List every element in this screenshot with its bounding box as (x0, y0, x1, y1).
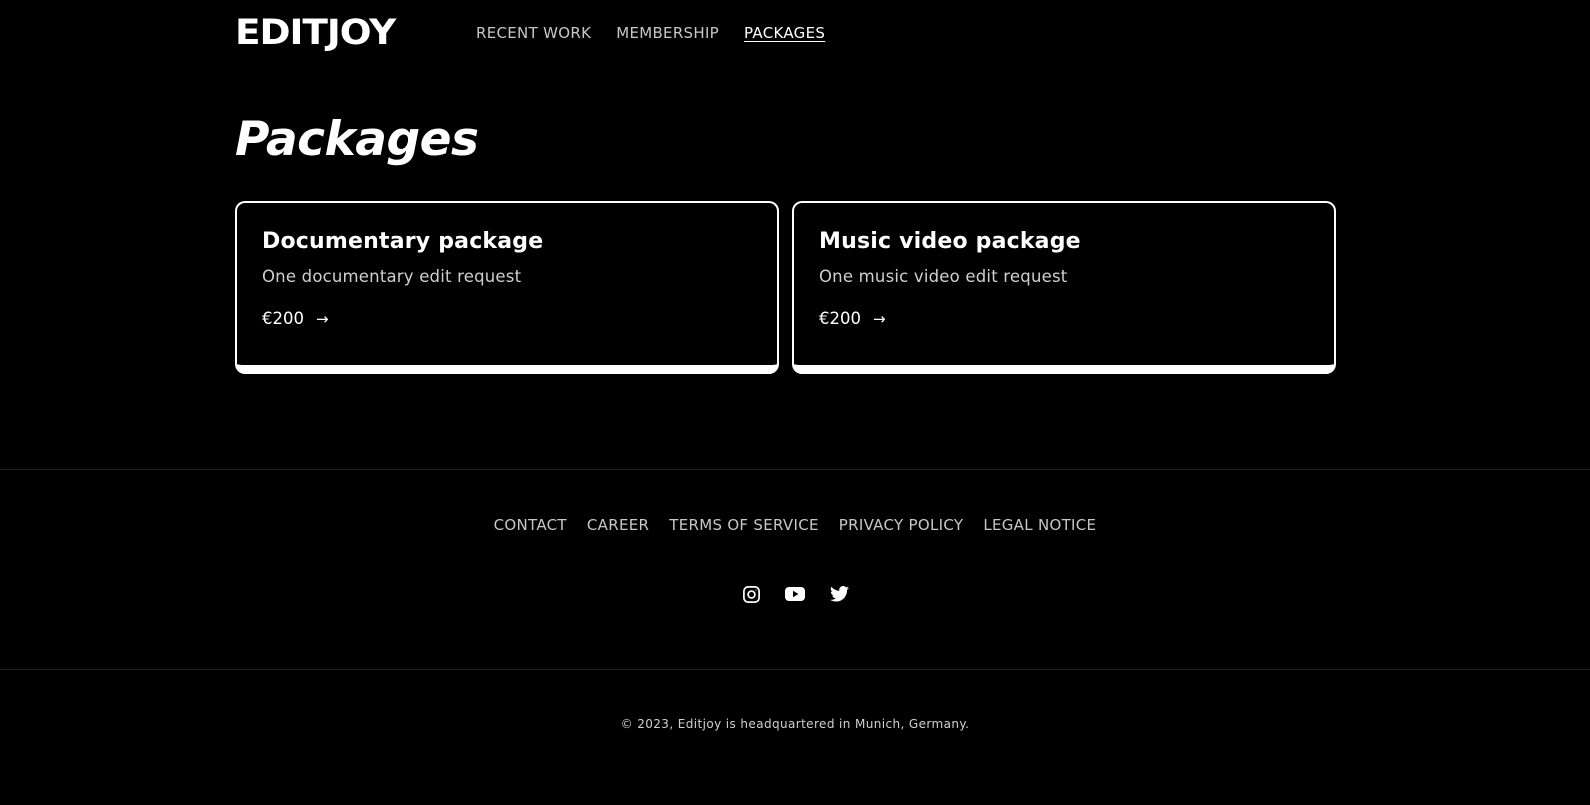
package-card-documentary[interactable]: Documentary package One documentary edit… (235, 201, 779, 374)
social-links (0, 584, 1590, 604)
footer-link-career[interactable]: CAREER (587, 515, 649, 535)
nav-packages[interactable]: PACKAGES (744, 23, 825, 43)
card-price: €200 (262, 309, 304, 328)
footer-link-privacy[interactable]: PRIVACY POLICY (839, 515, 964, 535)
copyright-text: © 2023, Editjoy is headquartered in Muni… (620, 717, 970, 731)
nav-membership[interactable]: MEMBERSHIP (616, 23, 719, 43)
footer-link-legal[interactable]: LEGAL NOTICE (983, 515, 1096, 535)
card-price: €200 (819, 309, 861, 328)
card-price-row: €200 → (262, 308, 753, 330)
arrow-right-icon: → (316, 310, 329, 328)
card-title: Documentary package (262, 229, 544, 254)
footer-link-contact[interactable]: CONTACT (494, 515, 567, 535)
card-description: One music video edit request (819, 267, 1068, 286)
main-nav: RECENT WORK MEMBERSHIP PACKAGES (476, 23, 825, 43)
youtube-icon[interactable] (785, 584, 805, 604)
card-description: One documentary edit request (262, 267, 522, 286)
package-cards: Documentary package One documentary edit… (235, 201, 1336, 374)
arrow-right-icon: → (873, 310, 886, 328)
twitter-icon[interactable] (829, 584, 849, 604)
logo[interactable]: EDITJOY (235, 14, 396, 52)
package-card-music-video[interactable]: Music video package One music video edit… (792, 201, 1336, 374)
page-title: Packages (235, 112, 479, 167)
instagram-icon[interactable] (741, 584, 761, 604)
card-title: Music video package (819, 229, 1081, 254)
footer-link-terms[interactable]: TERMS OF SERVICE (669, 515, 819, 535)
copyright-divider (0, 669, 1590, 670)
footer-links: CONTACT CAREER TERMS OF SERVICE PRIVACY … (0, 515, 1590, 535)
site-header: EDITJOY RECENT WORK MEMBERSHIP PACKAGES (0, 0, 1590, 66)
nav-recent-work[interactable]: RECENT WORK (476, 23, 591, 43)
card-price-row: €200 → (819, 308, 1310, 330)
footer-divider (0, 469, 1590, 470)
